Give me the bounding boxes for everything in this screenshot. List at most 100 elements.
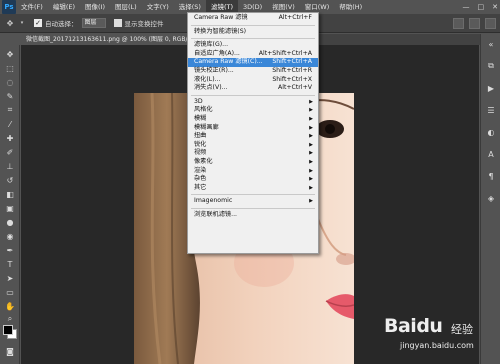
healing-brush-tool-icon[interactable]: ✚ [4, 132, 16, 144]
filter-menu-item[interactable]: Camera Raw 滤镜(C)... Shift+Ctrl+A [188, 58, 318, 67]
gradient-tool-icon[interactable]: ▣ [4, 202, 16, 214]
auto-select-dropdown[interactable]: 图层 [81, 18, 106, 28]
move-tool-icon[interactable]: ✥ [4, 17, 16, 29]
menu-item-shortcut: Alt+Ctrl+F [278, 14, 312, 21]
filter-menu-item[interactable]: 锐化 ▶ [188, 141, 318, 150]
menu-item-shortcut: Shift+Ctrl+R [272, 67, 312, 74]
menu-item-label: 转换为智能滤镜(S) [194, 27, 247, 35]
submenu-arrow-icon: ▶ [309, 176, 313, 183]
menu-item-label: 锐化 [194, 140, 207, 148]
actions-panel-icon[interactable]: ▶ [485, 82, 497, 94]
menu-item[interactable]: 文字(Y) [142, 0, 174, 14]
filter-menu-item[interactable]: Camera Raw 滤镜 Alt+Ctrl+F [188, 14, 318, 23]
maximize-button[interactable]: □ [478, 3, 485, 11]
clone-stamp-tool-icon[interactable]: ⊥ [4, 160, 16, 172]
show-transform-checkbox[interactable] [113, 19, 122, 27]
filter-menu-item[interactable]: 滤镜库(G)... [188, 41, 318, 50]
menu-item-label: Imagenomic [194, 197, 233, 205]
menu-item-shortcut: Shift+Ctrl+A [272, 58, 312, 66]
menu-item[interactable]: 文件(F) [16, 0, 48, 14]
character-panel-icon[interactable]: A [485, 148, 497, 160]
menu-item[interactable]: 图像(I) [80, 0, 110, 14]
filter-menu-item[interactable]: 转换为智能滤镜(S) [188, 28, 318, 37]
dodge-tool-icon[interactable]: ◉ [4, 230, 16, 242]
menu-item-label: 像素化 [194, 158, 213, 165]
submenu-arrow-icon: ▶ [309, 107, 313, 114]
menu-separator [191, 94, 315, 96]
auto-select-checkbox[interactable]: ✓ [34, 19, 42, 27]
submenu-arrow-icon: ▶ [309, 116, 313, 122]
filter-menu-item[interactable]: 风格化 ▶ [188, 106, 318, 115]
adjustments-panel-icon[interactable]: ◐ [485, 126, 497, 138]
filter-menu-item[interactable]: 消失点(V)... Alt+Ctrl+V [188, 84, 318, 93]
type-tool-icon[interactable]: T [4, 258, 16, 270]
rectangle-tool-icon[interactable]: ▭ [4, 286, 16, 298]
crop-tool-icon[interactable]: ⌗ [4, 104, 16, 116]
menu-item[interactable]: 图层(L) [110, 0, 142, 14]
history-brush-tool-icon[interactable]: ↺ [4, 174, 16, 186]
filter-menu-item[interactable]: 镜头校正(R)... Shift+Ctrl+R [188, 67, 318, 76]
hand-tool-icon[interactable]: ✋ [4, 300, 16, 312]
collapse-panels-icon[interactable]: « [485, 38, 497, 50]
watermark-brand: Baidu [384, 315, 443, 337]
filter-menu-item[interactable]: 像素化 ▶ [188, 158, 318, 167]
menu-item-label: 浏览联机滤镜... [194, 211, 238, 218]
menu-item[interactable]: 帮助(H) [334, 0, 367, 14]
filter-menu-item[interactable]: 渲染 ▶ [188, 167, 318, 176]
submenu-arrow-icon: ▶ [309, 98, 313, 105]
auto-select-label: 自动选择： [45, 20, 78, 28]
quick-mask-icon[interactable]: ◙ [4, 345, 16, 357]
menu-item-label: 风格化 [194, 106, 213, 114]
menu-item-label: 液化(L)... [194, 75, 221, 83]
show-transform-label: 显示变换控件 [124, 20, 164, 28]
filter-menu-item[interactable]: 杂色 ▶ [188, 175, 318, 184]
chevron-down-icon[interactable]: ▾ [16, 17, 28, 29]
menu-item-label: 自适应广角(A)... [194, 49, 240, 57]
submenu-arrow-icon: ▶ [309, 133, 313, 140]
history-panel-icon[interactable]: ⧉ [485, 60, 497, 72]
filter-menu-item[interactable]: 液化(L)... Shift+Ctrl+X [188, 76, 318, 85]
move-tool-icon[interactable]: ✥ [4, 48, 16, 60]
menu-separator [191, 194, 315, 196]
menu-item-label: 杂色 [194, 175, 207, 183]
filter-menu-item[interactable]: 扭曲 ▶ [188, 132, 318, 141]
align-center-button[interactable] [469, 18, 480, 29]
menu-item-label: 模糊画廊 [194, 123, 219, 131]
filter-menu-item[interactable]: Imagenomic ▶ [188, 197, 318, 206]
path-select-tool-icon[interactable]: ➤ [4, 272, 16, 284]
menu-item-label: 消失点(V)... [194, 84, 228, 92]
close-button[interactable]: ✕ [492, 3, 498, 11]
document-tab[interactable]: 微信截图_20171213163611.png @ 100% (图层 0, RG… [20, 34, 205, 45]
filter-menu-dropdown: Camera Raw 滤镜 Alt+Ctrl+F 转换为智能滤镜(S) 滤镜库(G).… [187, 12, 319, 254]
submenu-arrow-icon: ▶ [309, 124, 313, 131]
filter-menu-item[interactable]: 模糊 ▶ [188, 115, 318, 124]
brush-tool-icon[interactable]: ✐ [4, 146, 16, 158]
filter-menu-item[interactable]: 浏览联机滤镜... [188, 211, 318, 220]
menu-item-shortcut: Shift+Ctrl+X [272, 75, 312, 83]
properties-panel-icon[interactable]: ☰ [485, 104, 497, 116]
filter-menu-item[interactable]: 模糊画廊 ▶ [188, 124, 318, 133]
filter-menu-item[interactable]: 视频 ▶ [188, 149, 318, 158]
quick-select-tool-icon[interactable]: ✎ [4, 90, 16, 102]
submenu-arrow-icon: ▶ [309, 141, 313, 148]
lasso-tool-icon[interactable]: ◌ [4, 76, 16, 88]
paragraph-panel-icon[interactable]: ¶ [485, 170, 497, 182]
menu-item[interactable]: 编辑(E) [48, 0, 80, 14]
layers-panel-icon[interactable]: ◈ [485, 192, 497, 204]
pen-tool-icon[interactable]: ✒ [4, 244, 16, 256]
submenu-arrow-icon: ▶ [309, 150, 313, 157]
filter-menu-item[interactable]: 其它 ▶ [188, 184, 318, 193]
menu-item-shortcut: Alt+Ctrl+V [278, 84, 312, 92]
submenu-arrow-icon: ▶ [309, 184, 313, 191]
menu-separator [191, 208, 315, 209]
marquee-tool-icon[interactable]: ⬚ [4, 62, 16, 74]
minimize-button[interactable]: — [463, 3, 470, 11]
foreground-color-swatch[interactable] [3, 325, 13, 335]
eraser-tool-icon[interactable]: ◧ [4, 188, 16, 200]
eyedropper-tool-icon[interactable]: ⁄ [4, 118, 16, 130]
menu-separator [191, 38, 315, 40]
align-left-button[interactable] [453, 18, 464, 29]
zoom-tool-icon[interactable]: ⌕ [4, 313, 16, 325]
align-right-button[interactable] [485, 18, 496, 29]
blur-tool-icon[interactable]: ● [4, 216, 16, 228]
